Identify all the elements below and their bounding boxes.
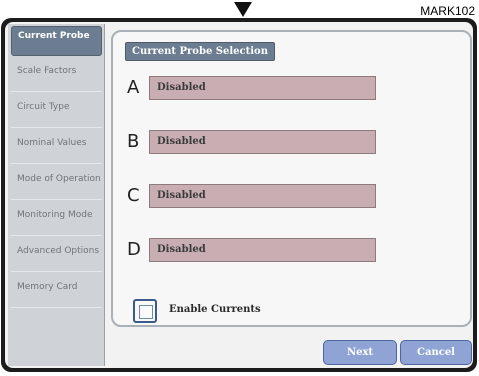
probe-d-select[interactable]: Disabled [149,238,376,262]
mark-label: MARK102 [420,4,475,18]
cancel-button[interactable]: Cancel [400,340,472,365]
enable-currents-label: Enable Currents [169,304,261,315]
probe-channel-label: B [127,131,140,152]
probe-channel-label: D [127,239,141,260]
next-button[interactable]: Next [323,340,397,365]
probe-c-select[interactable]: Disabled [149,184,376,208]
sidebar-item-monitoring-mode[interactable]: Monitoring Mode [11,206,102,236]
enable-currents-checkbox[interactable] [133,299,157,323]
device-frame: Current Probe Scale Factors Circuit Type… [1,18,477,372]
sidebar: Current Probe Scale Factors Circuit Type… [8,24,105,366]
sidebar-item-mode-of-operation[interactable]: Mode of Operation [11,170,102,200]
sidebar-item-nominal-values[interactable]: Nominal Values [11,134,102,164]
probe-a-select[interactable]: Disabled [149,76,376,100]
probe-channel-label: A [127,77,140,98]
sidebar-item-advanced-options[interactable]: Advanced Options [11,242,102,272]
down-arrow-marker [234,2,252,17]
sidebar-item-current-probe[interactable]: Current Probe [11,26,102,56]
sidebar-item-memory-card[interactable]: Memory Card [11,278,102,308]
probe-channel-label: C [127,185,140,206]
panel-title: Current Probe Selection [125,42,275,61]
screen: Current Probe Scale Factors Circuit Type… [5,22,473,368]
probe-b-select[interactable]: Disabled [149,130,376,154]
probe-selection-panel: Current Probe Selection A Disabled B Dis… [111,30,472,327]
sidebar-item-circuit-type[interactable]: Circuit Type [11,98,102,128]
sidebar-item-scale-factors[interactable]: Scale Factors [11,62,102,92]
